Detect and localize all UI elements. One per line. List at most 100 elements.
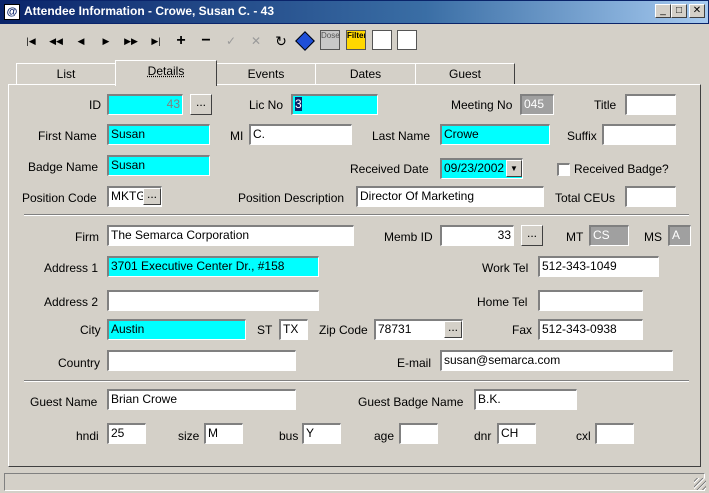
guest-name-field[interactable]: Brian Crowe <box>107 389 296 410</box>
dose-icon[interactable]: Dose <box>320 30 340 50</box>
lic-no-label: Lic No <box>249 98 284 112</box>
next-record-icon[interactable]: ▶ <box>95 31 117 51</box>
address2-field[interactable] <box>107 290 319 311</box>
zip-code-lookup-button[interactable]: ... <box>444 321 462 338</box>
size-field[interactable]: M <box>204 423 243 444</box>
age-field[interactable] <box>399 423 438 444</box>
save-record-icon[interactable]: ✓ <box>220 31 242 51</box>
guest-badge-name-label: Guest Badge Name <box>358 395 464 409</box>
status-bar <box>4 473 705 491</box>
id-field[interactable]: 43 <box>107 94 183 115</box>
last-record-icon[interactable]: ▶| <box>145 31 167 51</box>
first-name-label: First Name <box>38 129 97 143</box>
dnr-label: dnr <box>474 429 492 443</box>
address1-label: Address 1 <box>44 261 99 275</box>
minimize-button[interactable]: _ <box>655 4 671 18</box>
window-title: Attendee Information - Crowe, Susan C. -… <box>24 4 275 18</box>
zip-code-label: Zip Code <box>319 323 368 337</box>
mi-field[interactable]: C. <box>249 124 352 145</box>
memb-id-lookup-button[interactable]: ... <box>521 225 543 246</box>
fax-label: Fax <box>512 323 533 337</box>
previous-page-icon[interactable]: ◀◀ <box>45 31 67 51</box>
title-label: Title <box>594 98 617 112</box>
total-ceus-label: Total CEUs <box>555 191 616 205</box>
filter-icon[interactable]: Filter <box>346 30 366 50</box>
separator <box>24 214 689 216</box>
badge-name-label: Badge Name <box>28 160 99 174</box>
app-icon[interactable]: @ <box>4 4 20 20</box>
position-code-label: Position Code <box>22 191 97 205</box>
mt-field: CS <box>589 225 629 246</box>
city-field[interactable]: Austin <box>107 319 246 340</box>
position-code-lookup-button[interactable]: ... <box>143 188 161 205</box>
memb-id-label: Memb ID <box>384 230 433 244</box>
tab-dates[interactable]: Dates <box>315 63 416 84</box>
first-name-field[interactable]: Susan <box>107 124 210 145</box>
work-tel-label: Work Tel <box>482 261 529 275</box>
email-field[interactable]: susan@semarca.com <box>440 350 673 371</box>
lic-no-field[interactable]: 3 <box>291 94 378 115</box>
firm-field[interactable]: The Semarca Corporation <box>107 225 354 246</box>
tab-events[interactable]: Events <box>216 63 316 84</box>
address2-label: Address 2 <box>44 295 99 309</box>
maximize-button[interactable]: □ <box>671 4 687 18</box>
position-description-field[interactable]: Director Of Marketing <box>356 186 544 207</box>
export-icon[interactable] <box>397 30 417 50</box>
meeting-no-label: Meeting No <box>451 98 513 112</box>
first-record-icon[interactable]: |◀ <box>20 31 42 51</box>
tab-details[interactable]: Details <box>115 60 217 86</box>
hndi-label: hndi <box>76 429 99 443</box>
ms-field: A <box>668 225 691 246</box>
next-page-icon[interactable]: ▶▶ <box>120 31 142 51</box>
guest-badge-name-field[interactable]: B.K. <box>474 389 577 410</box>
last-name-field[interactable]: Crowe <box>440 124 550 145</box>
bus-field[interactable]: Y <box>302 423 341 444</box>
size-label: size <box>178 429 200 443</box>
st-field[interactable]: TX <box>279 319 308 340</box>
id-label: ID <box>89 98 101 112</box>
received-date-label: Received Date <box>350 162 429 176</box>
tab-guest[interactable]: Guest <box>415 63 515 84</box>
last-name-label: Last Name <box>372 129 431 143</box>
refresh-icon[interactable]: ↻ <box>270 31 292 51</box>
st-label: ST <box>257 323 273 337</box>
received-badge-label: Received Badge? <box>574 162 669 176</box>
add-record-icon[interactable]: + <box>170 31 192 51</box>
previous-record-icon[interactable]: ◀ <box>70 31 92 51</box>
cancel-edit-icon[interactable]: ✕ <box>245 31 267 51</box>
meeting-no-field: 045 <box>520 94 554 115</box>
guest-name-label: Guest Name <box>30 395 98 409</box>
work-tel-field[interactable]: 512-343-1049 <box>538 256 659 277</box>
home-tel-field[interactable] <box>538 290 643 311</box>
fax-field[interactable]: 512-343-0938 <box>538 319 643 340</box>
tag-icon[interactable] <box>295 31 315 51</box>
position-description-label: Position Description <box>238 191 345 205</box>
bus-label: bus <box>279 429 299 443</box>
country-label: Country <box>58 356 101 370</box>
mi-label: MI <box>230 129 244 143</box>
address1-field[interactable]: 3701 Executive Center Dr., #158 <box>107 256 319 277</box>
chevron-down-icon[interactable]: ▼ <box>506 160 522 177</box>
dnr-field[interactable]: CH <box>497 423 536 444</box>
hndi-field[interactable]: 25 <box>107 423 146 444</box>
badge-name-field[interactable]: Susan <box>107 155 210 176</box>
cxl-field[interactable] <box>595 423 634 444</box>
received-badge-checkbox[interactable] <box>557 163 570 176</box>
country-field[interactable] <box>107 350 296 371</box>
close-button[interactable]: ✕ <box>689 4 705 18</box>
resize-grip-icon[interactable] <box>694 478 706 490</box>
home-tel-label: Home Tel <box>477 295 528 309</box>
suffix-field[interactable] <box>602 124 676 145</box>
separator <box>24 380 689 382</box>
title-field[interactable] <box>625 94 676 115</box>
mt-label: MT <box>566 230 584 244</box>
total-ceus-field[interactable] <box>625 186 676 207</box>
delete-record-icon[interactable]: − <box>195 31 217 51</box>
tab-list[interactable]: List <box>16 63 116 84</box>
firm-label: Firm <box>75 230 99 244</box>
email-label: E-mail <box>397 356 432 370</box>
ms-label: MS <box>644 230 662 244</box>
id-lookup-button[interactable]: ... <box>190 94 212 115</box>
memb-id-field[interactable]: 33 <box>440 225 514 246</box>
report-icon[interactable] <box>372 30 392 50</box>
